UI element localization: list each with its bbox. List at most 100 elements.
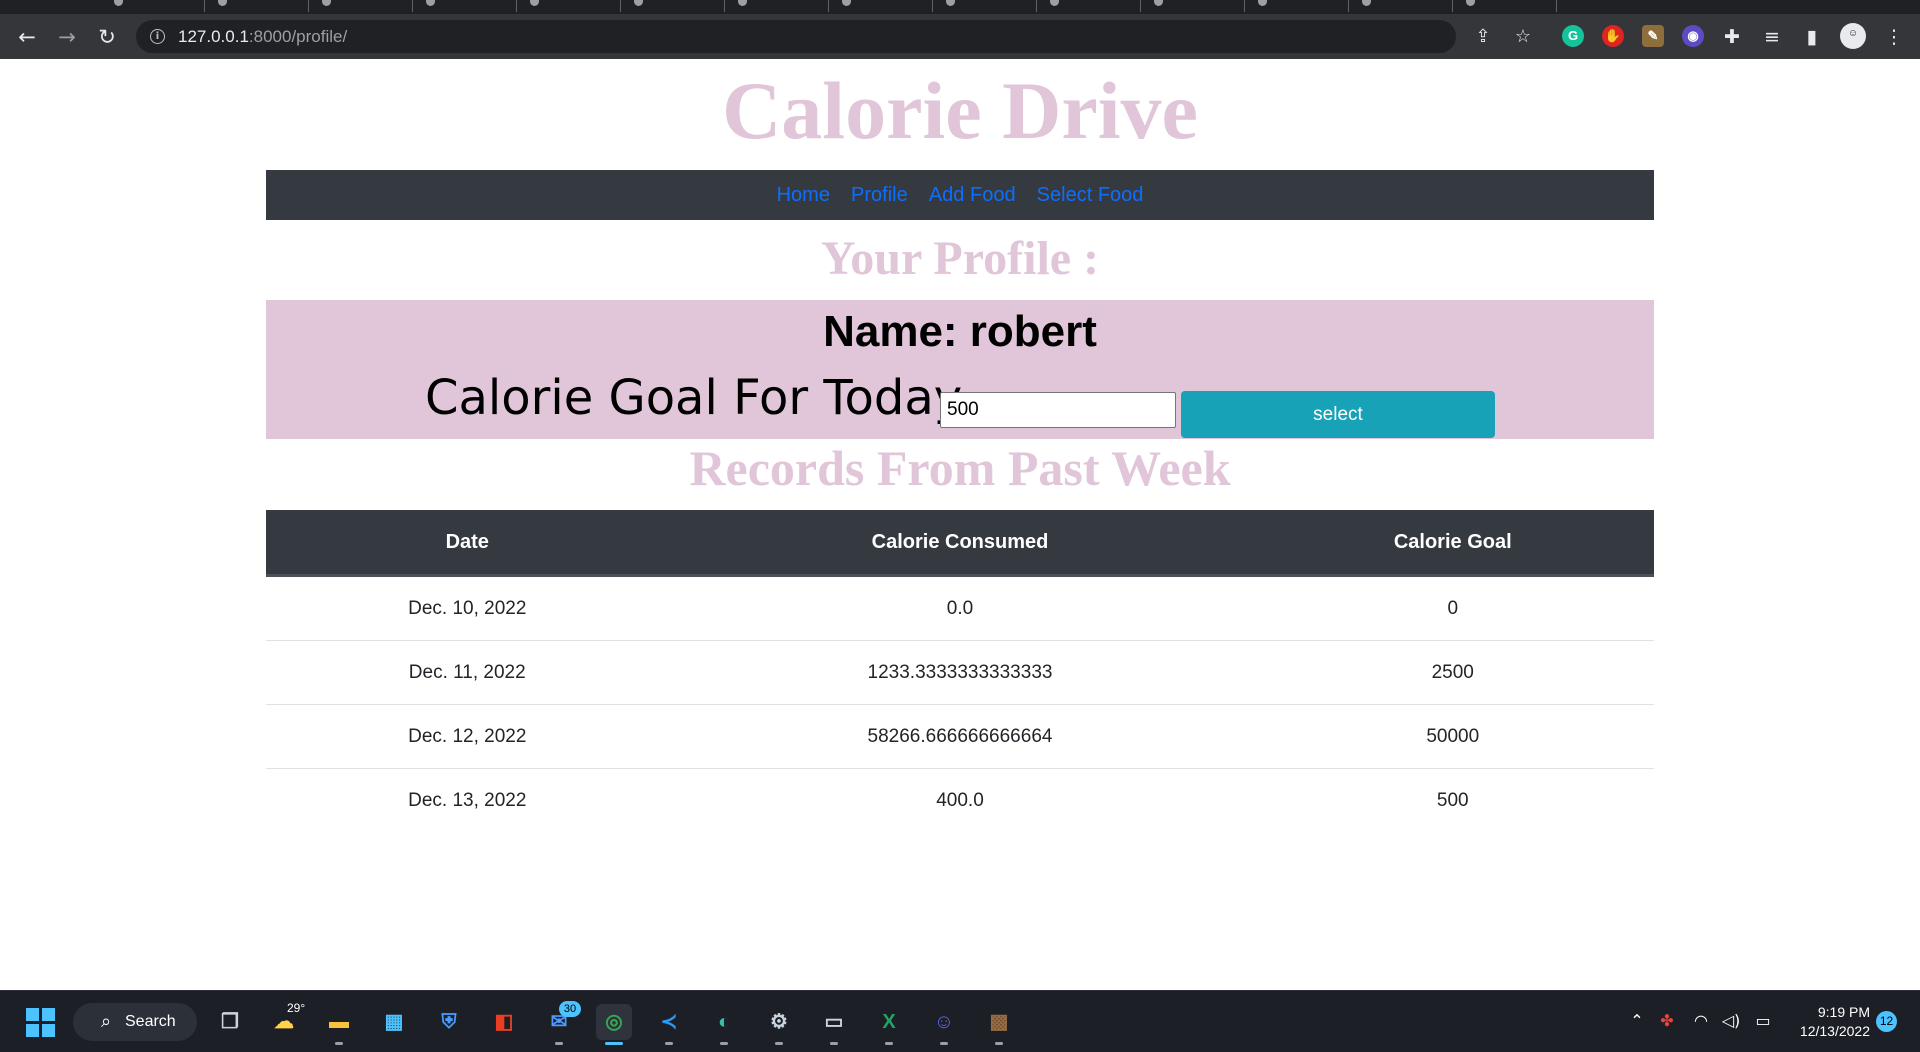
share-icon[interactable]: ⇪ <box>1472 26 1494 48</box>
app-running-indicator <box>335 1042 343 1045</box>
microsoft-store-icon[interactable]: ▦ <box>376 1004 412 1040</box>
app-running-indicator <box>720 1042 728 1045</box>
column-header-calorie-goal: Calorie Goal <box>1251 510 1654 577</box>
records-table: Date Calorie Consumed Calorie Goal Dec. … <box>266 510 1654 832</box>
tab-favicon-icon <box>1154 0 1163 6</box>
office-icon[interactable]: ◧ <box>486 1004 522 1040</box>
browser-tab[interactable] <box>1036 0 1141 12</box>
system-clock[interactable]: 9:19 PM 12/13/2022 <box>1778 1003 1870 1041</box>
nav-link-select-food[interactable]: Select Food <box>1037 170 1144 220</box>
url-text[interactable]: 127.0.0.1:8000/profile/ <box>178 27 347 47</box>
column-header-date: Date <box>266 510 669 577</box>
app-running-indicator <box>555 1042 563 1045</box>
tab-favicon-icon <box>738 0 747 6</box>
grammarly-icon[interactable]: G <box>1562 25 1584 47</box>
extension-icon[interactable]: ✋ <box>1602 25 1624 47</box>
task-view-icon[interactable]: ❐ <box>212 1004 248 1040</box>
browser-tab[interactable] <box>620 0 725 12</box>
discord-icon[interactable]: ☺ <box>926 1004 962 1040</box>
browser-tab[interactable] <box>1348 0 1453 12</box>
taskbar-search-label: Search <box>125 1013 176 1030</box>
tab-favicon-icon <box>1050 0 1059 6</box>
nav-link-home[interactable]: Home <box>777 170 830 220</box>
url-path: :8000/profile/ <box>248 27 348 46</box>
cell-calorie-goal: 500 <box>1436 789 1469 811</box>
browser-tab[interactable] <box>1140 0 1245 12</box>
windows-start-icon[interactable] <box>26 1008 56 1038</box>
browser-tab[interactable] <box>412 0 517 12</box>
column-header-calorie-consumed: Calorie Consumed <box>668 510 1252 577</box>
site-title: Calorie Drive <box>722 65 1198 156</box>
clock-date: 12/13/2022 <box>1799 1023 1870 1039</box>
browser-tab[interactable] <box>308 0 413 12</box>
browser-tab[interactable] <box>932 0 1037 12</box>
volume-icon[interactable]: ◁) <box>1720 1010 1742 1032</box>
tab-favicon-icon <box>842 0 851 6</box>
show-hidden-icons-chevron-icon[interactable]: ⌃ <box>1626 1010 1648 1032</box>
browser-tab-strip <box>0 0 1920 14</box>
terminal-icon[interactable]: ▭ <box>816 1004 852 1040</box>
minecraft-icon[interactable]: ▩ <box>981 1004 1017 1040</box>
browser-tab[interactable] <box>828 0 933 12</box>
tab-favicon-icon <box>1362 0 1371 6</box>
excel-icon[interactable]: X <box>871 1004 907 1040</box>
browser-tab[interactable] <box>100 0 205 12</box>
puzzle-icon[interactable]: ✚ <box>1720 25 1744 49</box>
app-active-indicator <box>605 1042 623 1045</box>
file-explorer-icon[interactable]: ▬ <box>321 1004 357 1040</box>
table-row: Dec. 12, 2022 58266.666666666664 50000 <box>266 704 1654 769</box>
extension-icon[interactable]: ◉ <box>1682 25 1704 47</box>
browser-tab[interactable] <box>516 0 621 12</box>
table-header-row: Date Calorie Consumed Calorie Goal <box>266 510 1654 577</box>
select-goal-button[interactable]: select <box>1181 391 1495 438</box>
page-content: Calorie Drive Home Profile Add Food Sele… <box>0 59 1920 990</box>
tab-favicon-icon <box>946 0 955 6</box>
weather-temperature: 29° <box>287 1001 306 1015</box>
cell-calorie-goal: 2500 <box>1251 640 1654 705</box>
taskbar-search-button[interactable]: ⌕ Search <box>73 1003 197 1041</box>
browser-tab[interactable] <box>1452 0 1557 12</box>
reload-icon[interactable]: ↻ <box>94 24 120 50</box>
tab-favicon-icon <box>114 0 123 6</box>
cell-calorie-goal: 0 <box>1251 575 1654 641</box>
edge-icon[interactable]: ◐ <box>706 1004 742 1040</box>
cell-date: Dec. 10, 2022 <box>266 575 669 641</box>
chrome-icon[interactable]: ◎ <box>596 1004 632 1040</box>
wifi-icon[interactable]: ◠ <box>1690 1010 1712 1032</box>
tab-favicon-icon <box>1466 0 1475 6</box>
steam-icon[interactable]: ⚙ <box>761 1004 797 1040</box>
table-row: Dec. 11, 2022 1233.3333333333333 2500 <box>266 640 1654 705</box>
address-bar[interactable]: i 127.0.0.1:8000/profile/ ⇪ ☆ <box>136 20 1531 53</box>
browser-tab[interactable] <box>204 0 309 12</box>
search-icon: ⌕ <box>101 1011 112 1032</box>
tab-favicon-icon <box>322 0 331 6</box>
browser-tab[interactable] <box>1244 0 1349 12</box>
extension-icon[interactable]: ✎ <box>1642 25 1664 47</box>
app-running-indicator <box>830 1042 838 1045</box>
site-info-icon[interactable]: i <box>150 29 165 44</box>
menu-kebab-icon[interactable]: ⋮ <box>1882 25 1906 49</box>
back-icon[interactable]: ← <box>14 24 40 50</box>
cell-calorie-consumed: 0.0 <box>668 575 1252 641</box>
side-panel-icon[interactable]: ▮ <box>1800 25 1824 49</box>
battery-icon[interactable]: ▭ <box>1752 1010 1774 1032</box>
tray-app-icon[interactable]: ✤ <box>1656 1010 1678 1032</box>
bookmark-star-icon[interactable]: ☆ <box>1512 26 1534 48</box>
cell-date: Dec. 13, 2022 <box>408 789 527 811</box>
cell-calorie-consumed: 400.0 <box>936 789 984 811</box>
profile-avatar-icon[interactable]: ☺ <box>1840 23 1866 49</box>
cell-date: Dec. 11, 2022 <box>266 640 669 705</box>
calorie-goal-input[interactable] <box>940 392 1176 428</box>
nav-link-profile[interactable]: Profile <box>851 170 908 220</box>
browser-toolbar: ← → ↻ i 127.0.0.1:8000/profile/ ⇪ ☆ G ✋ … <box>0 14 1920 59</box>
vscode-icon[interactable]: ≺ <box>651 1004 687 1040</box>
notification-count-badge[interactable]: 12 <box>1876 1011 1897 1032</box>
security-app-icon[interactable]: ⛨ <box>431 1004 467 1040</box>
table-row: Dec. 10, 2022 0.0 0 <box>266 575 1654 641</box>
browser-tab[interactable] <box>724 0 829 12</box>
app-running-indicator <box>995 1042 1003 1045</box>
reading-list-icon[interactable]: ≡ <box>1760 25 1784 49</box>
profile-name: Name: robert <box>823 307 1097 356</box>
forward-icon[interactable]: → <box>54 24 80 50</box>
nav-link-add-food[interactable]: Add Food <box>929 170 1016 220</box>
